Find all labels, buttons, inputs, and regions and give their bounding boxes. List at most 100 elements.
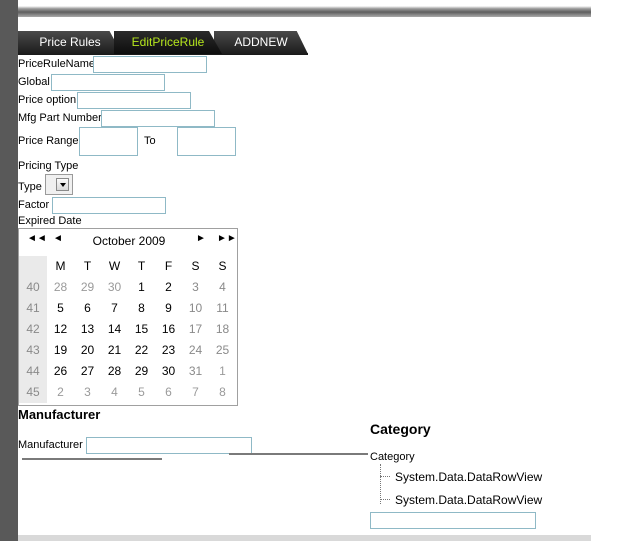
tab-add-new[interactable]: ADDNEW [214, 31, 308, 54]
calendar-day[interactable]: 20 [74, 340, 101, 361]
tree-connector [380, 499, 390, 500]
weekday-header: S [191, 259, 200, 273]
mfg-part-number-input[interactable] [101, 110, 215, 127]
calendar-day[interactable]: 14 [101, 319, 128, 340]
calendar-day[interactable]: 22 [128, 340, 155, 361]
calendar-day[interactable]: 15 [128, 319, 155, 340]
tab-edit-price-rule[interactable]: EditPriceRule [114, 31, 222, 54]
calendar-day[interactable]: 23 [155, 340, 182, 361]
tab-price-rules[interactable]: Price Rules [18, 31, 122, 54]
calendar-day[interactable]: 3 [182, 277, 209, 298]
calendar-day[interactable]: 30 [101, 277, 128, 298]
calendar-week-row: 42 12 13 14 15 16 17 18 [19, 319, 236, 340]
price-range-to-label: To [144, 135, 156, 147]
calendar-day[interactable]: 6 [155, 382, 182, 403]
calendar-day[interactable]: 5 [47, 298, 74, 319]
price-option-label: Price option [18, 94, 77, 106]
price-range-from-input[interactable] [79, 127, 138, 156]
weekday-header: F [164, 259, 173, 273]
mfg-part-number-label: Mfg Part Number [18, 112, 102, 124]
calendar-day[interactable]: 27 [74, 361, 101, 382]
week-number: 44 [19, 361, 47, 382]
tree-item[interactable]: System.Data.DataRowView [395, 493, 542, 507]
category-tree-root[interactable]: Category [370, 451, 415, 463]
week-number: 41 [19, 298, 47, 319]
calendar-day[interactable]: 28 [47, 277, 74, 298]
tree-item[interactable]: System.Data.DataRowView [395, 470, 542, 484]
tree-connector [380, 476, 390, 477]
price-range-to-input[interactable] [177, 127, 236, 156]
calendar-day[interactable]: 26 [47, 361, 74, 382]
calendar-day[interactable]: 21 [101, 340, 128, 361]
calendar-title[interactable]: October 2009 [84, 234, 174, 248]
calendar-day[interactable]: 13 [74, 319, 101, 340]
chevron-down-icon[interactable] [56, 178, 69, 191]
calendar-week-row: 45 2 3 4 5 6 7 8 [19, 382, 236, 403]
calendar-day[interactable]: 28 [101, 361, 128, 382]
calendar-day[interactable]: 1 [209, 361, 236, 382]
calendar-day[interactable]: 4 [209, 277, 236, 298]
weekday-header: M [55, 259, 66, 273]
category-heading: Category [370, 421, 431, 437]
calendar-day[interactable]: 12 [47, 319, 74, 340]
calendar-day[interactable]: 17 [182, 319, 209, 340]
calendar-day[interactable]: 18 [209, 319, 236, 340]
calendar-weekday-row: M T W T F S S [19, 256, 236, 277]
weekday-header: W [108, 259, 121, 273]
calendar-day[interactable]: 8 [209, 382, 236, 403]
calendar-day[interactable]: 9 [155, 298, 182, 319]
type-select[interactable] [45, 174, 73, 195]
factor-label: Factor [18, 199, 50, 211]
weekday-header: T [83, 259, 92, 273]
calendar-day[interactable]: 31 [182, 361, 209, 382]
global-label: Global [18, 76, 50, 88]
global-input[interactable] [51, 74, 165, 91]
calendar-day[interactable]: 11 [209, 298, 236, 319]
calendar-day[interactable]: 16 [155, 319, 182, 340]
calendar-day[interactable]: 24 [182, 340, 209, 361]
prev-month-icon[interactable]: ◄ [53, 233, 63, 244]
calendar-week-row: 44 26 27 28 29 30 31 1 [19, 361, 236, 382]
tree-connector [380, 464, 381, 504]
calendar-day[interactable]: 19 [47, 340, 74, 361]
prev-year-icon[interactable]: ◄◄ [27, 233, 47, 244]
manufacturer-heading: Manufacturer [18, 407, 101, 422]
calendar-day[interactable]: 5 [128, 382, 155, 403]
calendar-week-row: 43 19 20 21 22 23 24 25 [19, 340, 236, 361]
calendar-day[interactable]: 6 [74, 298, 101, 319]
calendar-day[interactable]: 3 [74, 382, 101, 403]
weekday-header: T [137, 259, 146, 273]
manufacturer-label: Manufacturer [18, 439, 83, 451]
factor-input[interactable] [52, 197, 166, 214]
calendar-day[interactable]: 7 [101, 298, 128, 319]
price-option-input[interactable] [77, 92, 191, 109]
calendar-corner [19, 256, 47, 277]
calendar-day[interactable]: 2 [155, 277, 182, 298]
calendar-day[interactable]: 7 [182, 382, 209, 403]
calendar-day[interactable]: 8 [128, 298, 155, 319]
next-year-icon[interactable]: ►► [217, 233, 237, 244]
calendar-header: ◄◄ ◄ October 2009 ► ►► [19, 229, 237, 253]
calendar-week-row: 41 5 6 7 8 9 10 11 [19, 298, 236, 319]
calendar-day[interactable]: 1 [128, 277, 155, 298]
calendar-day[interactable]: 29 [74, 277, 101, 298]
calendar-day[interactable]: 2 [47, 382, 74, 403]
calendar-day[interactable]: 10 [182, 298, 209, 319]
manufacturer-divider [22, 458, 162, 460]
calendar-day[interactable]: 30 [155, 361, 182, 382]
calendar-day[interactable]: 25 [209, 340, 236, 361]
calendar-grid: M T W T F S S 40 28 29 30 1 2 3 4 41 5 6 7 8 9 10 11 42 1… [19, 256, 236, 403]
calendar-day[interactable]: 29 [128, 361, 155, 382]
manufacturer-input[interactable] [86, 437, 252, 454]
price-range-label: Price Range [18, 135, 79, 147]
top-header-bar [18, 6, 591, 17]
calendar-day[interactable]: 4 [101, 382, 128, 403]
weekday-header: S [218, 259, 227, 273]
tab-strip: Price Rules EditPriceRule ADDNEW [18, 31, 318, 54]
category-input[interactable] [370, 512, 536, 529]
next-month-icon[interactable]: ► [196, 233, 206, 244]
section-divider [229, 453, 368, 455]
expired-date-label: Expired Date [18, 215, 82, 227]
price-rule-name-input[interactable] [93, 56, 207, 73]
type-label: Type [18, 181, 42, 193]
